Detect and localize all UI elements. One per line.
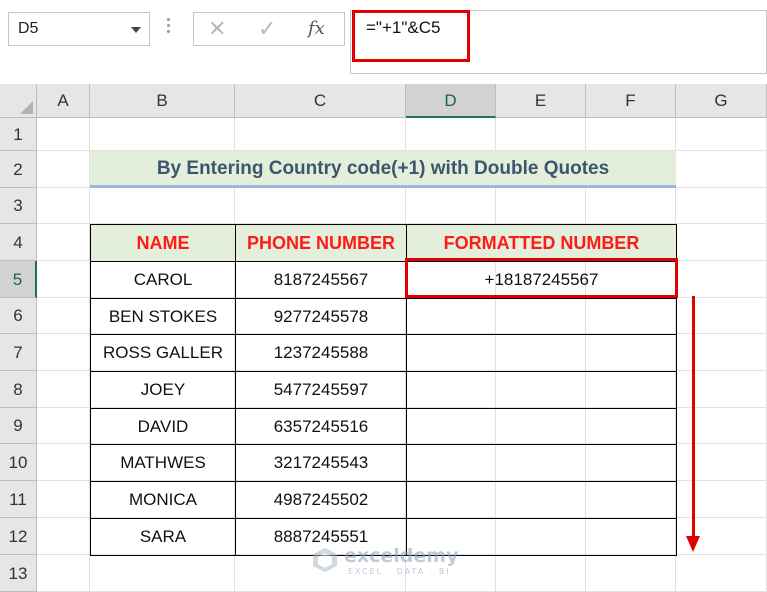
watermark: exceldemy EXCEL · DATA · BI (312, 545, 482, 581)
row-header-6[interactable]: 6 (0, 298, 37, 334)
table-row: BEN STOKES 9277245578 (90, 297, 677, 336)
arrow-head-icon (686, 536, 700, 552)
row-header-13[interactable]: 13 (0, 555, 37, 592)
table-row: MONICA 4987245502 (90, 481, 677, 519)
phone-cell[interactable]: 9277245578 (235, 297, 407, 336)
header-formatted[interactable]: FORMATTED NUMBER (406, 224, 677, 262)
worksheet: ABCDEFG 1 2 3 4 5 6 7 8 9 10 11 12 13 By Entering Co… (0, 84, 767, 592)
active-cell-highlight (405, 258, 678, 298)
phone-cell[interactable]: 3217245543 (235, 444, 407, 483)
table-row: JOEY 5477245597 (90, 371, 677, 409)
table-row: DAVID 6357245516 (90, 407, 677, 446)
select-all-icon (20, 101, 33, 114)
column-header-c[interactable]: C (235, 84, 406, 118)
name-cell[interactable]: MATHWES (90, 444, 236, 483)
row-header-9[interactable]: 9 (0, 408, 37, 444)
sheet-title[interactable]: By Entering Country code(+1) with Double… (90, 151, 676, 188)
row-header-1[interactable]: 1 (0, 118, 37, 151)
formatted-cell[interactable] (406, 407, 677, 446)
formatted-cell[interactable] (406, 444, 677, 483)
formula-bar-grip[interactable] (167, 18, 171, 40)
table-row: ROSS GALLER 1237245588 (90, 334, 677, 373)
select-all-button[interactable] (0, 84, 37, 118)
formatted-cell[interactable] (406, 297, 677, 336)
formula-text: ="+1"&C5 (366, 18, 441, 37)
column-header-g[interactable]: G (676, 84, 767, 118)
name-box-value: D5 (18, 20, 39, 37)
row-header-12[interactable]: 12 (0, 518, 37, 555)
row-header-4[interactable]: 4 (0, 224, 37, 261)
formatted-cell[interactable] (406, 334, 677, 373)
name-cell[interactable]: SARA (90, 517, 236, 556)
column-header-e[interactable]: E (496, 84, 586, 118)
header-name[interactable]: NAME (90, 224, 236, 262)
formula-bar: D5 ✕ ✓ fx ="+1"&C5 (0, 0, 767, 84)
name-cell[interactable]: JOEY (90, 371, 236, 409)
row-header-2[interactable]: 2 (0, 151, 37, 188)
row-header-7[interactable]: 7 (0, 334, 37, 371)
column-header-b[interactable]: B (90, 84, 235, 118)
formula-buttons: ✕ ✓ fx (193, 12, 345, 46)
name-cell[interactable]: BEN STOKES (90, 297, 236, 336)
arrow-down-icon (692, 296, 695, 546)
exceldemy-logo-icon (313, 548, 337, 572)
name-box[interactable]: D5 (8, 12, 150, 46)
name-cell[interactable]: CAROL (90, 261, 236, 299)
name-cell[interactable]: MONICA (90, 481, 236, 519)
column-header-d[interactable]: D (406, 84, 496, 118)
watermark-name: exceldemy (344, 545, 459, 567)
phone-cell[interactable]: 6357245516 (235, 407, 407, 446)
chevron-down-icon[interactable] (131, 27, 141, 33)
cancel-icon[interactable]: ✕ (208, 17, 226, 41)
column-header-f[interactable]: F (586, 84, 676, 118)
row-header-11[interactable]: 11 (0, 481, 37, 518)
name-cell[interactable]: ROSS GALLER (90, 334, 236, 373)
enter-icon[interactable]: ✓ (258, 17, 276, 41)
row-header-8[interactable]: 8 (0, 371, 37, 408)
table-row: MATHWES 3217245543 (90, 444, 677, 483)
name-cell[interactable]: DAVID (90, 407, 236, 446)
fx-icon[interactable]: fx (308, 17, 325, 41)
column-header-a[interactable]: A (37, 84, 90, 118)
phone-cell[interactable]: 4987245502 (235, 481, 407, 519)
formatted-cell[interactable] (406, 481, 677, 519)
table-header-row: NAME PHONE NUMBER FORMATTED NUMBER (90, 224, 677, 262)
watermark-tagline: EXCEL · DATA · BI (348, 567, 451, 576)
row-header-10[interactable]: 10 (0, 444, 37, 481)
phone-cell[interactable]: 8187245567 (235, 261, 407, 299)
phone-cell[interactable]: 5477245597 (235, 371, 407, 409)
row-header-3[interactable]: 3 (0, 188, 37, 224)
header-phone[interactable]: PHONE NUMBER (235, 224, 407, 262)
formatted-cell[interactable] (406, 371, 677, 409)
row-header-5[interactable]: 5 (0, 261, 37, 298)
phone-cell[interactable]: 1237245588 (235, 334, 407, 373)
